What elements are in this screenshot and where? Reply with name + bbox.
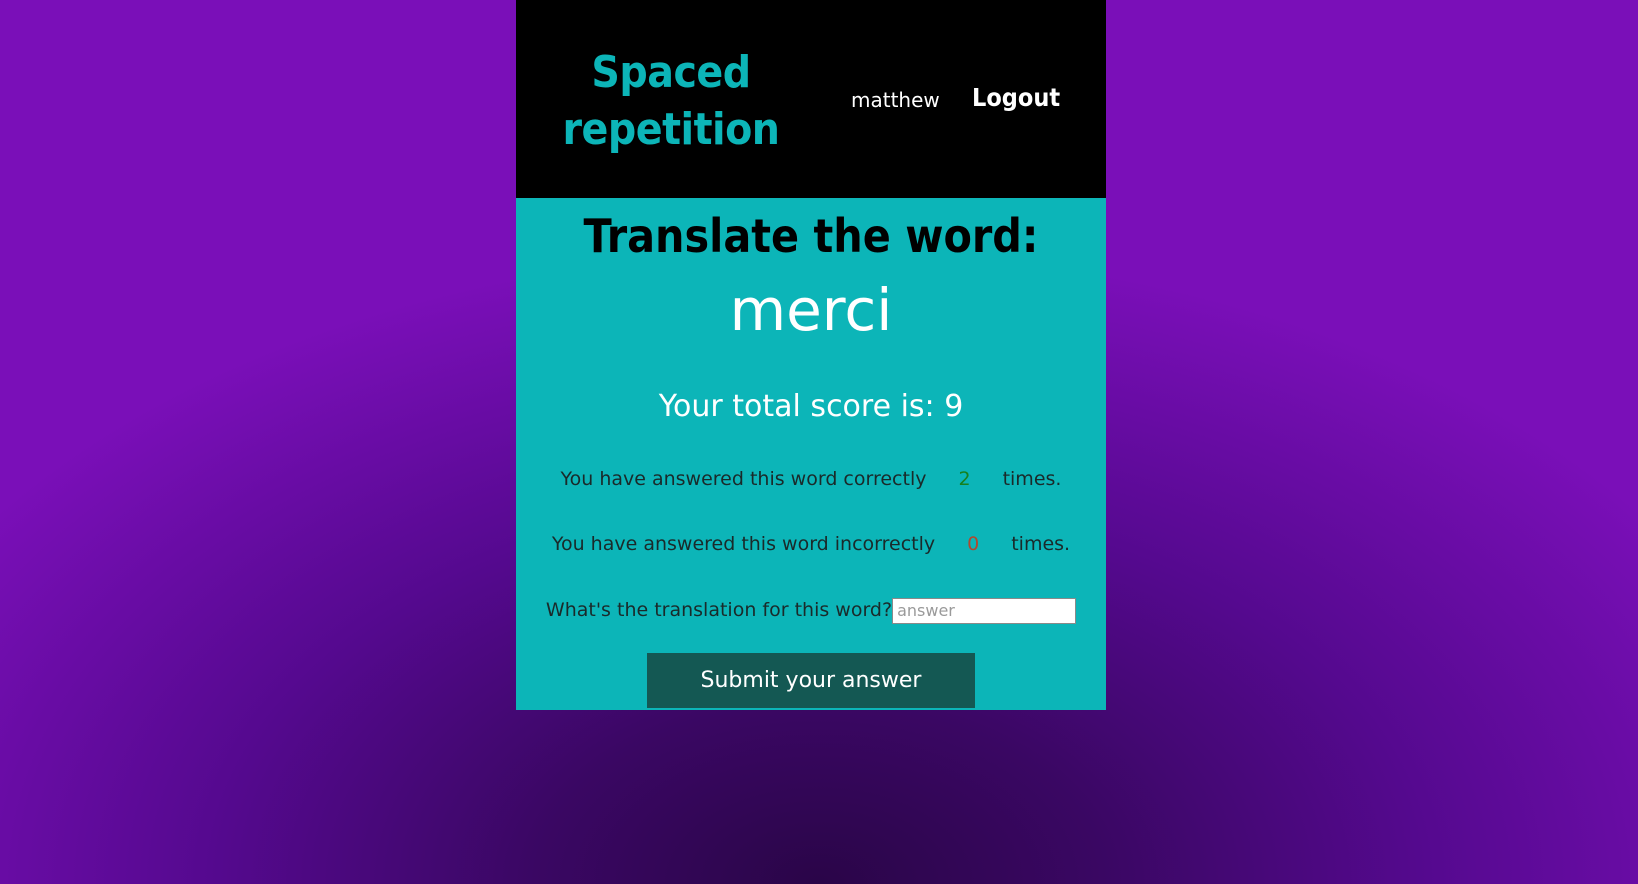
total-score: Your total score is: 9 [658,389,964,424]
logo-line-1: Spaced [591,47,751,98]
answer-input[interactable] [892,597,1077,624]
correct-count-suffix: times. [1002,468,1062,490]
answer-form: What's the translation for this word? [516,594,1106,626]
incorrect-count: 0 [967,533,980,555]
incorrect-count-row: You have answered this word incorrectly 0… [516,531,1106,557]
correct-count: 2 [958,468,971,490]
username-label: matthew [851,88,940,112]
correct-count-prefix: You have answered this word correctly [560,468,927,490]
logout-link[interactable]: Logout [972,82,1060,114]
app-logo: Spaced repetition [556,44,786,158]
header: Spaced repetition matthew Logout [516,0,1106,198]
word-to-translate: merci [729,276,893,344]
incorrect-count-prefix: You have answered this word incorrectly [551,533,936,555]
correct-count-row: You have answered this word correctly 2 ti… [516,466,1106,492]
translate-heading: Translate the word: [583,209,1039,263]
learning-panel: Translate the word: merci Your total sco… [516,198,1106,710]
app-container: Spaced repetition matthew Logout Transla… [516,0,1106,710]
incorrect-count-suffix: times. [1011,533,1071,555]
answer-label: What's the translation for this word? [545,599,893,621]
submit-answer-button[interactable]: Submit your answer [647,653,975,708]
logo-line-2: repetition [562,104,780,155]
